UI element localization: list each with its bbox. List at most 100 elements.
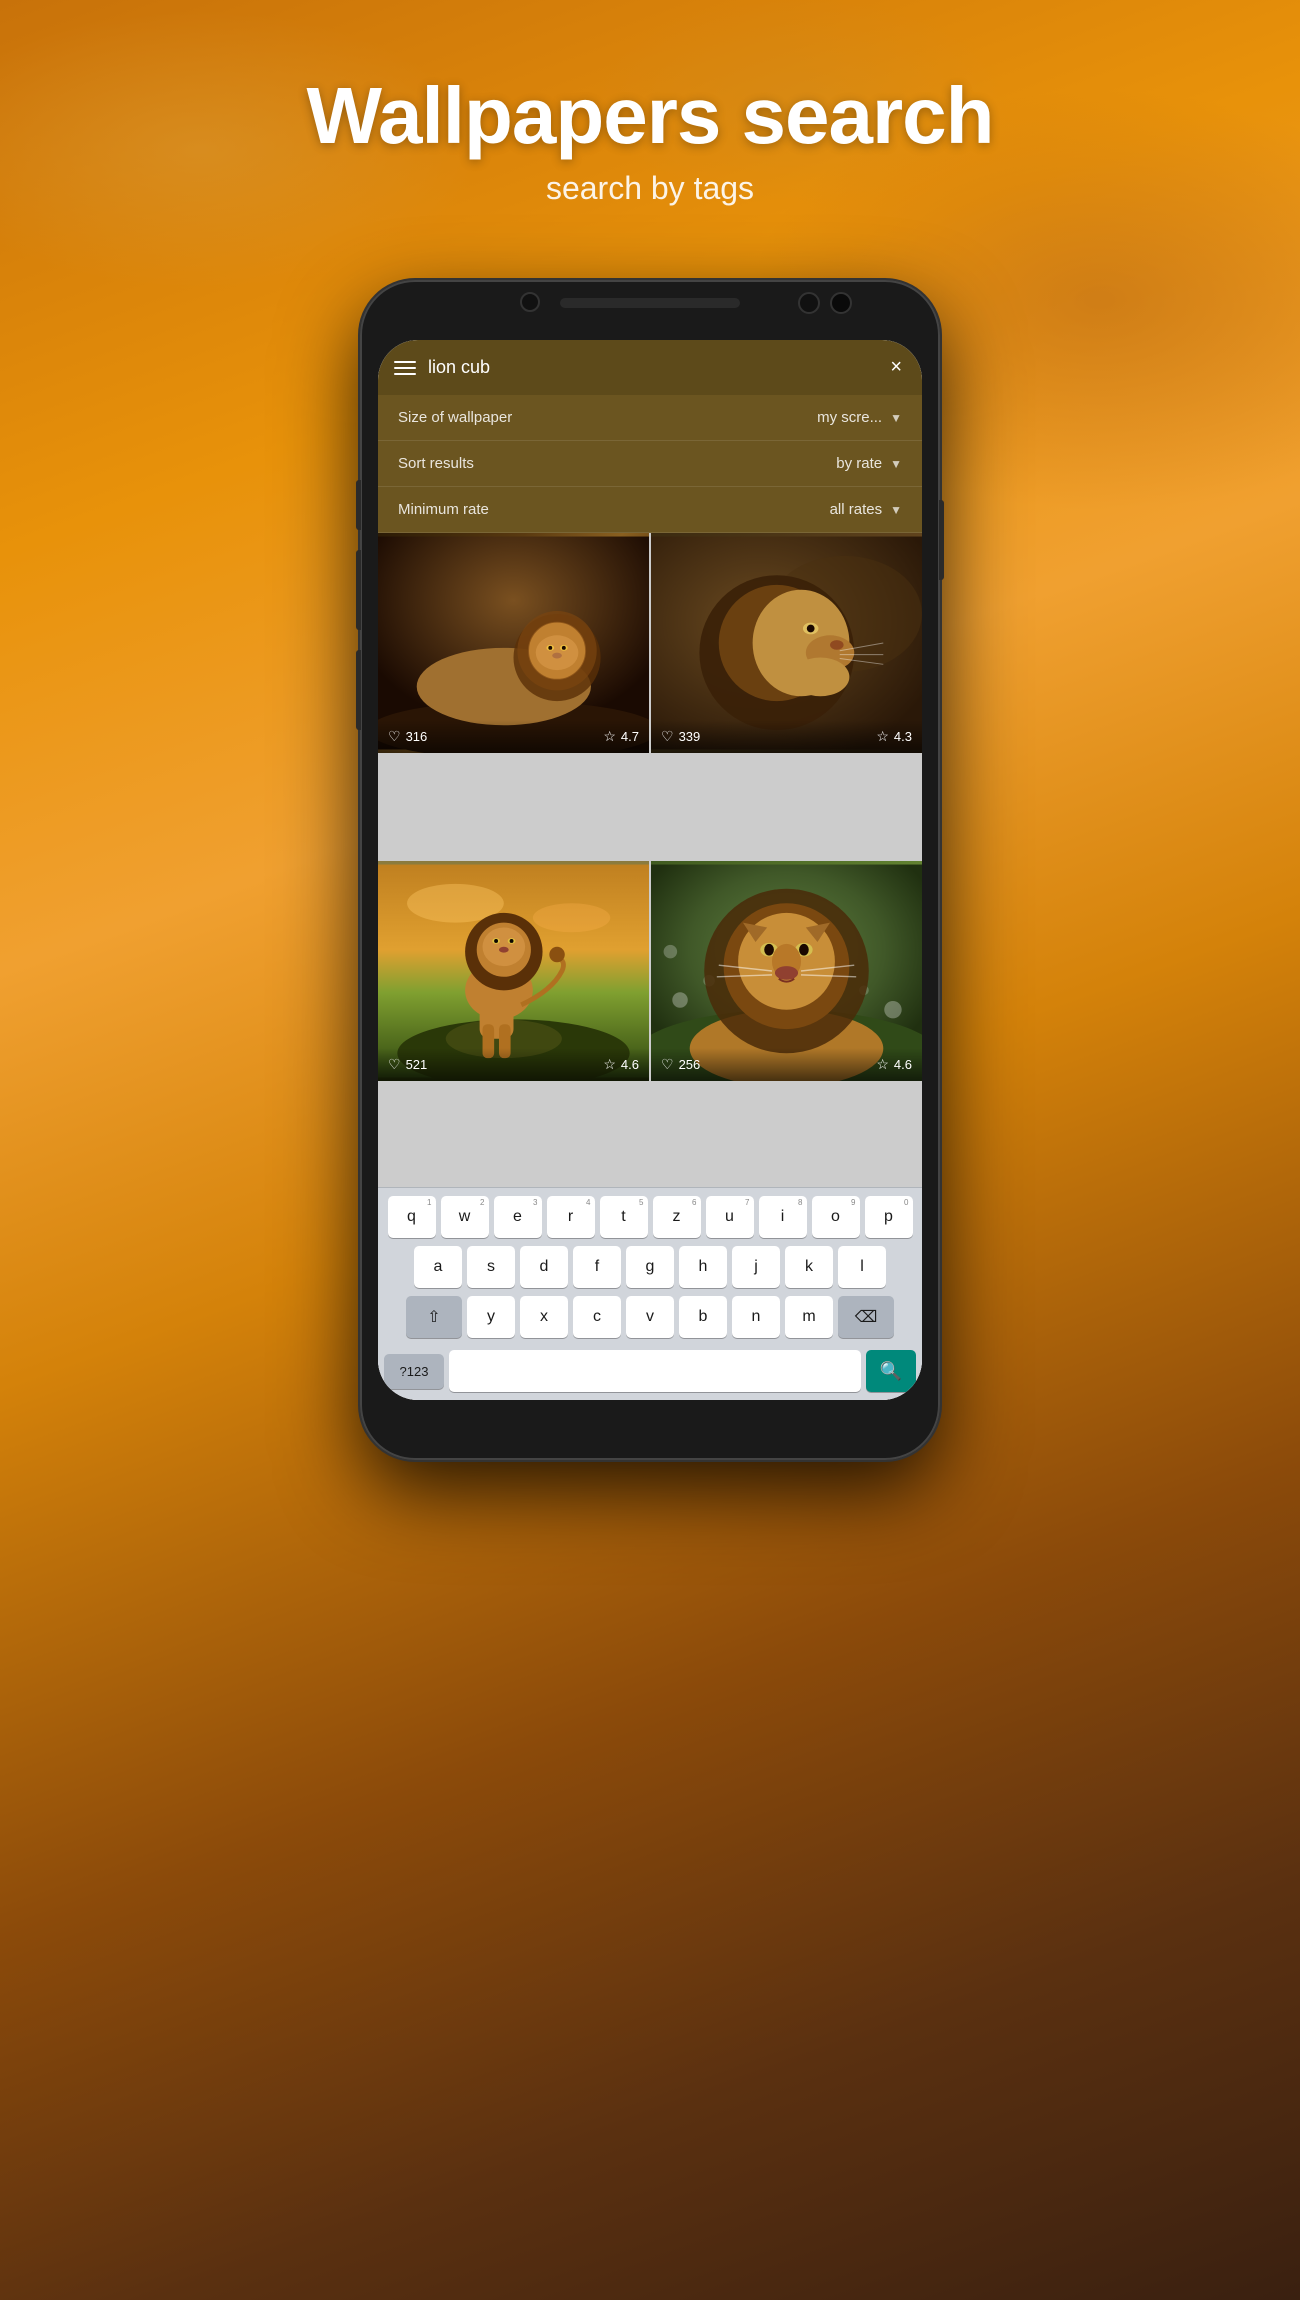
- size-filter-row[interactable]: Size of wallpaper my scre... ▼: [378, 395, 922, 441]
- size-filter-value[interactable]: my scre... ▼: [817, 409, 902, 426]
- page-subtitle: search by tags: [0, 170, 1300, 207]
- number-toggle-key[interactable]: ?123: [384, 1354, 444, 1389]
- menu-button[interactable]: [394, 361, 416, 375]
- key-p[interactable]: 0p: [865, 1196, 913, 1238]
- heart-icon-1: ♡: [388, 728, 401, 745]
- key-k[interactable]: k: [785, 1246, 833, 1288]
- size-filter-text: my scre...: [817, 409, 882, 426]
- wallpaper-grid: ♡ 316 ☆ 4.7: [378, 533, 922, 1187]
- num-hint-7: 7: [745, 1198, 749, 1207]
- key-b[interactable]: b: [679, 1296, 727, 1338]
- heart-icon-4: ♡: [661, 1056, 674, 1073]
- volume-down-button: [356, 550, 361, 630]
- backspace-key[interactable]: ⌫: [838, 1296, 894, 1338]
- shift-key[interactable]: ⇧: [406, 1296, 462, 1338]
- phone-mockup: × Size of wallpaper my scre... ▼ Sort re…: [360, 280, 940, 1460]
- key-m[interactable]: m: [785, 1296, 833, 1338]
- key-l[interactable]: l: [838, 1246, 886, 1288]
- min-rate-filter-text: all rates: [830, 501, 883, 518]
- num-hint-3: 3: [533, 1198, 537, 1207]
- key-z[interactable]: 6z: [653, 1196, 701, 1238]
- keyboard-row-1: 1q 2w 3e 4r 5t 6z 7u 8i 9o 0p: [384, 1196, 916, 1238]
- min-rate-filter-row[interactable]: Minimum rate all rates ▼: [378, 487, 922, 533]
- power-button: [939, 500, 944, 580]
- key-f[interactable]: f: [573, 1246, 621, 1288]
- sort-dropdown-icon: ▼: [890, 457, 902, 471]
- wallpaper-1-likes: ♡ 316: [388, 728, 427, 745]
- wallpaper-item-1[interactable]: ♡ 316 ☆ 4.7: [378, 533, 649, 753]
- key-c[interactable]: c: [573, 1296, 621, 1338]
- key-g[interactable]: g: [626, 1246, 674, 1288]
- star-icon-4: ☆: [876, 1056, 889, 1073]
- size-filter-label: Size of wallpaper: [398, 409, 512, 426]
- key-x[interactable]: x: [520, 1296, 568, 1338]
- app-content: × Size of wallpaper my scre... ▼ Sort re…: [378, 340, 922, 1400]
- front-camera: [520, 292, 540, 312]
- like-count-2: 339: [679, 729, 701, 744]
- star-icon-1: ☆: [603, 728, 616, 745]
- key-h[interactable]: h: [679, 1246, 727, 1288]
- key-q[interactable]: 1q: [388, 1196, 436, 1238]
- page-header: Wallpapers search search by tags: [0, 70, 1300, 207]
- search-bar: ×: [378, 340, 922, 395]
- like-count-3: 521: [406, 1057, 428, 1072]
- keyboard-search-icon: 🔍: [880, 1361, 902, 1382]
- like-count-1: 316: [406, 729, 428, 744]
- sort-filter-row[interactable]: Sort results by rate ▼: [378, 441, 922, 487]
- sort-filter-text: by rate: [836, 455, 882, 472]
- key-i[interactable]: 8i: [759, 1196, 807, 1238]
- key-j[interactable]: j: [732, 1246, 780, 1288]
- min-rate-filter-value[interactable]: all rates ▼: [830, 501, 902, 518]
- clear-search-button[interactable]: ×: [886, 352, 906, 383]
- search-input[interactable]: [428, 357, 874, 378]
- key-w[interactable]: 2w: [441, 1196, 489, 1238]
- num-hint-8: 8: [798, 1198, 802, 1207]
- key-e[interactable]: 3e: [494, 1196, 542, 1238]
- min-rate-filter-label: Minimum rate: [398, 501, 489, 518]
- wallpaper-2-rate: ☆ 4.3: [876, 728, 912, 745]
- menu-line-1: [394, 361, 416, 363]
- wallpaper-4-likes: ♡ 256: [661, 1056, 700, 1073]
- menu-line-2: [394, 367, 416, 369]
- wallpaper-item-2[interactable]: ♡ 339 ☆ 4.3: [651, 533, 922, 753]
- num-hint-2: 2: [480, 1198, 484, 1207]
- key-n[interactable]: n: [732, 1296, 780, 1338]
- rate-value-4: 4.6: [894, 1057, 912, 1072]
- num-hint-1: 1: [427, 1198, 431, 1207]
- wallpaper-item-4[interactable]: ♡ 256 ☆ 4.6: [651, 861, 922, 1081]
- num-hint-5: 5: [639, 1198, 643, 1207]
- page-title: Wallpapers search: [0, 70, 1300, 162]
- num-hint-6: 6: [692, 1198, 696, 1207]
- like-count-4: 256: [679, 1057, 701, 1072]
- speaker-grill: [560, 298, 740, 308]
- space-key[interactable]: [449, 1350, 861, 1392]
- wallpaper-1-overlay: ♡ 316 ☆ 4.7: [378, 720, 649, 753]
- key-v[interactable]: v: [626, 1296, 674, 1338]
- rear-camera-2: [830, 292, 852, 314]
- keyboard-search-button[interactable]: 🔍: [866, 1350, 916, 1392]
- heart-icon-2: ♡: [661, 728, 674, 745]
- keyboard-bottom-row: ?123 🔍: [378, 1350, 922, 1400]
- key-y[interactable]: y: [467, 1296, 515, 1338]
- wallpaper-2-overlay: ♡ 339 ☆ 4.3: [651, 720, 922, 753]
- keyboard-row-3: ⇧ y x c v b n m ⌫: [384, 1296, 916, 1338]
- phone-frame: × Size of wallpaper my scre... ▼ Sort re…: [360, 280, 940, 1460]
- sort-filter-value[interactable]: by rate ▼: [836, 455, 902, 472]
- key-o[interactable]: 9o: [812, 1196, 860, 1238]
- num-hint-9: 9: [851, 1198, 855, 1207]
- key-t[interactable]: 5t: [600, 1196, 648, 1238]
- rear-camera-1: [798, 292, 820, 314]
- keyboard-rows: 1q 2w 3e 4r 5t 6z 7u 8i 9o 0p: [378, 1188, 922, 1350]
- key-d[interactable]: d: [520, 1246, 568, 1288]
- menu-line-3: [394, 373, 416, 375]
- phone-screen: × Size of wallpaper my scre... ▼ Sort re…: [378, 340, 922, 1400]
- wallpaper-item-3[interactable]: ♡ 521 ☆ 4.6: [378, 861, 649, 1081]
- keyboard: 1q 2w 3e 4r 5t 6z 7u 8i 9o 0p: [378, 1187, 922, 1400]
- key-a[interactable]: a: [414, 1246, 462, 1288]
- key-s[interactable]: s: [467, 1246, 515, 1288]
- wallpaper-4-rate: ☆ 4.6: [876, 1056, 912, 1073]
- key-u[interactable]: 7u: [706, 1196, 754, 1238]
- key-r[interactable]: 4r: [547, 1196, 595, 1238]
- sort-filter-label: Sort results: [398, 455, 474, 472]
- wallpaper-4-overlay: ♡ 256 ☆ 4.6: [651, 1048, 922, 1081]
